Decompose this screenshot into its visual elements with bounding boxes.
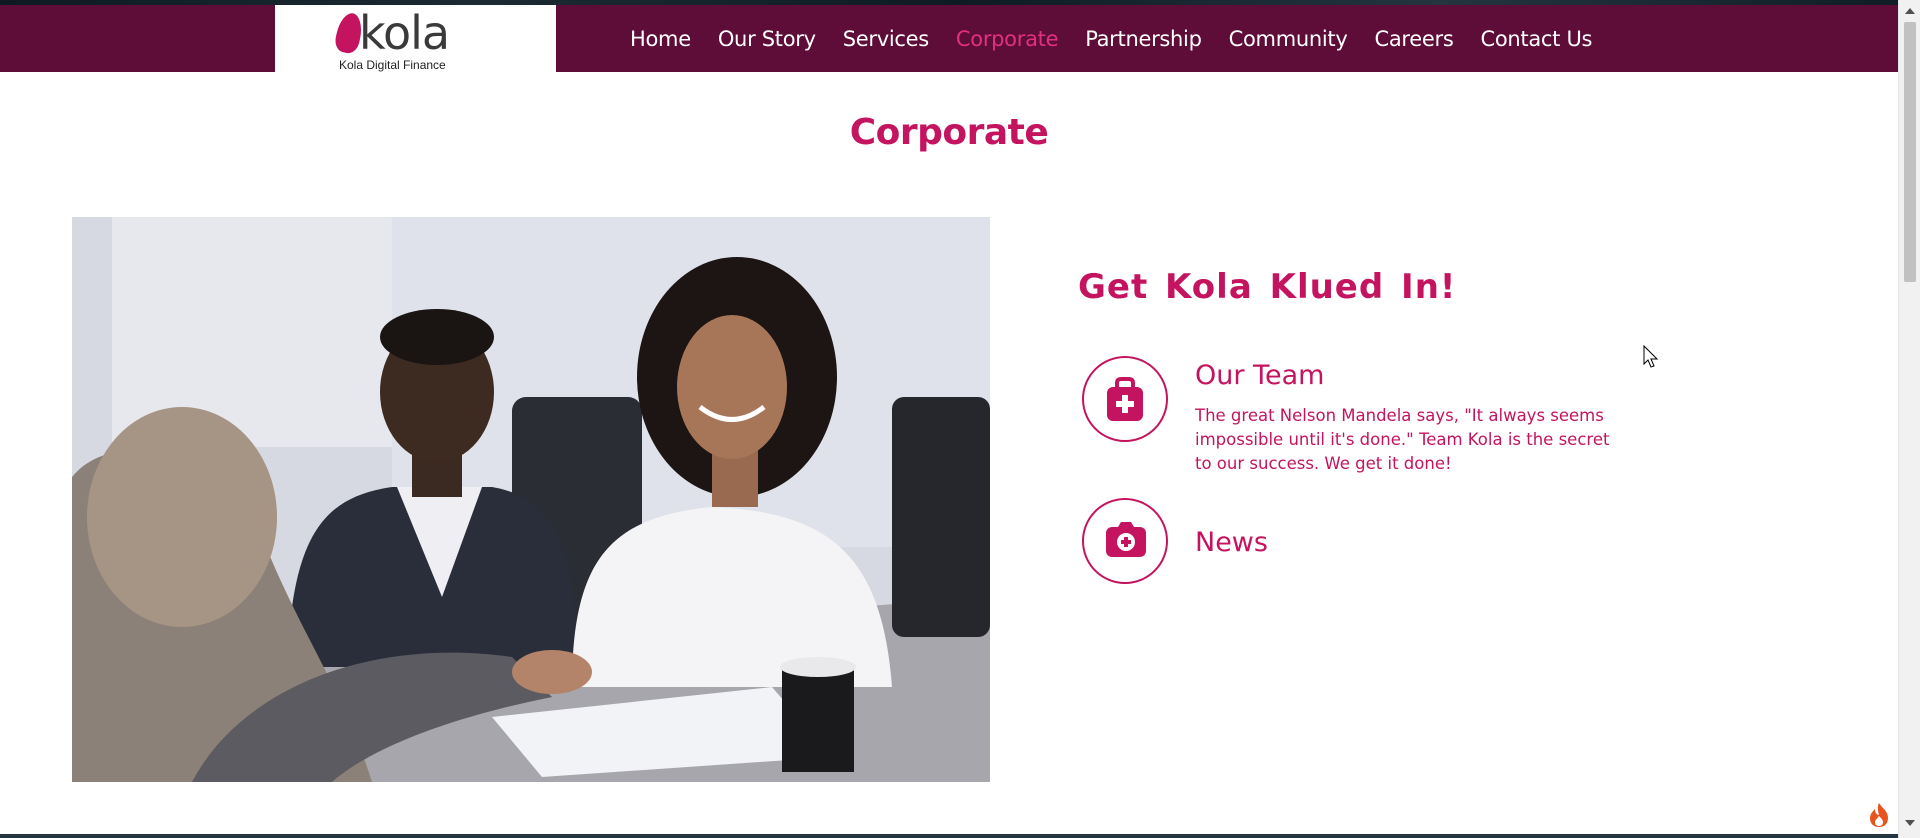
nav-item-community[interactable]: Community <box>1229 27 1348 51</box>
nav-item-our-story[interactable]: Our Story <box>718 27 816 51</box>
main-nav: Home Our Story Services Corporate Partne… <box>630 5 1619 72</box>
site-header: kola Kola Digital Finance Home Our Story… <box>0 5 1898 72</box>
flame-icon[interactable] <box>1868 802 1890 828</box>
feature-title-news[interactable]: News <box>1195 525 1268 561</box>
camera-icon <box>1082 498 1168 584</box>
logo-wordmark: kola <box>359 6 450 60</box>
logo-tagline: Kola Digital Finance <box>339 58 446 72</box>
medical-bag-icon <box>1082 356 1168 442</box>
nav-item-careers[interactable]: Careers <box>1374 27 1453 51</box>
handshake-meeting-photo <box>72 217 990 782</box>
logo[interactable]: kola Kola Digital Finance <box>275 5 556 72</box>
scroll-down-arrow-icon[interactable] <box>1905 820 1915 826</box>
page-scrollbar[interactable] <box>1898 0 1920 838</box>
mouse-cursor-icon <box>1643 345 1659 368</box>
scroll-thumb[interactable] <box>1904 22 1916 282</box>
feature-title-our-team[interactable]: Our Team <box>1195 358 1324 394</box>
nav-item-services[interactable]: Services <box>843 27 929 51</box>
bottom-border <box>0 834 1898 838</box>
nav-item-contact-us[interactable]: Contact Us <box>1481 27 1593 51</box>
nav-item-home[interactable]: Home <box>630 27 691 51</box>
nav-item-partnership[interactable]: Partnership <box>1085 27 1202 51</box>
nav-item-corporate[interactable]: Corporate <box>956 27 1059 51</box>
scroll-up-arrow-icon[interactable] <box>1905 8 1915 14</box>
feature-text-our-team: The great Nelson Mandela says, "It alway… <box>1195 406 1610 473</box>
section-heading: Get Kola Klued In! <box>1078 267 1457 307</box>
page-title: Corporate <box>849 112 1049 153</box>
